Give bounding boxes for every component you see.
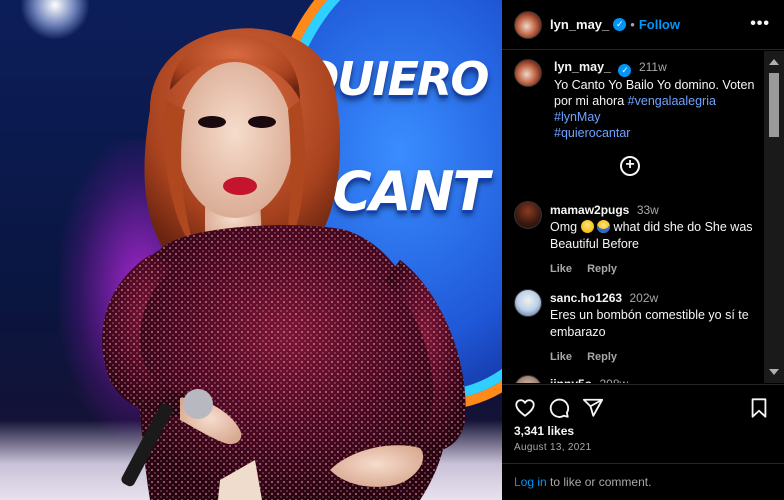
comment-time: 202w	[629, 291, 659, 305]
comment-item: mamaw2pugs 33w Omg what did she do She w…	[514, 201, 756, 275]
comments-scroll-area[interactable]: lyn_may_ ✓ 211w Yo Canto Yo Bailo Yo dom…	[502, 51, 784, 383]
reply-button[interactable]: Reply	[587, 263, 617, 275]
commenter-avatar[interactable]	[514, 375, 542, 383]
scroll-down-arrow-icon[interactable]	[769, 369, 779, 375]
commenter-avatar[interactable]	[514, 289, 542, 317]
left-eye	[198, 116, 226, 128]
caption-time: 211w	[638, 60, 667, 74]
hashtag-link[interactable]: #vengalaalegria	[628, 94, 716, 108]
divider	[502, 384, 784, 385]
microphone-head	[183, 389, 213, 419]
login-prompt: Log in to like or comment.	[514, 475, 651, 489]
share-icon[interactable]	[582, 397, 604, 419]
like-comment-button[interactable]: Like	[550, 263, 572, 275]
caption-avatar[interactable]	[514, 59, 542, 87]
caption-username[interactable]: lyn_may_	[554, 60, 611, 74]
author-avatar[interactable]	[514, 10, 542, 39]
like-comment-button[interactable]: Like	[550, 351, 572, 363]
comment-text: Omg what did she do She was Beautiful Be…	[550, 219, 756, 253]
bookmark-icon[interactable]	[748, 397, 770, 419]
post-photo: QUIERO CANT	[0, 0, 502, 500]
commenter-username[interactable]: sanc.ho1263	[550, 291, 622, 305]
scroll-up-arrow-icon[interactable]	[769, 59, 779, 65]
hashtag-link[interactable]: #lynMay	[554, 110, 601, 124]
post-date: August 13, 2021	[514, 442, 592, 453]
login-prompt-text: to like or comment.	[546, 475, 652, 489]
likes-count[interactable]: 3,341 likes	[514, 424, 574, 438]
post-sidebar: lyn_may_ ✓ • Follow ••• lyn_may_ ✓ 211w …	[502, 0, 784, 500]
commenter-username[interactable]: jinny5o	[550, 377, 592, 383]
screaming-face-emoji-icon	[597, 220, 611, 233]
comment-actions: Like Reply	[550, 263, 756, 275]
post-actions-bar	[514, 397, 772, 419]
add-circle-icon[interactable]: +	[620, 156, 640, 176]
login-link[interactable]: Log in	[514, 475, 547, 489]
comment-icon[interactable]	[548, 397, 570, 419]
divider	[502, 463, 784, 464]
post-header: lyn_may_ ✓ • Follow •••	[502, 0, 784, 50]
comment-time: 33w	[636, 203, 659, 217]
commenter-username[interactable]: mamaw2pugs	[550, 203, 629, 217]
author-username[interactable]: lyn_may_	[550, 17, 609, 32]
commenter-avatar[interactable]	[514, 201, 542, 229]
scrollbar[interactable]	[764, 51, 784, 383]
comment-body: sanc.ho1263 202w Eres un bombón comestib…	[550, 289, 756, 363]
lips	[223, 177, 257, 195]
verified-badge-icon: ✓	[618, 64, 632, 77]
comment-text: Eres un bombón comestible yo sí te embar…	[550, 308, 749, 339]
scrollbar-thumb[interactable]	[769, 73, 779, 137]
hashtag-link[interactable]: #quierocantar	[554, 126, 630, 140]
comment-item: jinny5o 208w	[514, 375, 756, 383]
flushed-face-emoji-icon	[580, 220, 594, 233]
separator-dot: •	[630, 17, 635, 32]
comment-body: jinny5o 208w	[550, 375, 756, 383]
comment-body: mamaw2pugs 33w Omg what did she do She w…	[550, 201, 756, 275]
performer-figure	[102, 28, 466, 500]
comment-actions: Like Reply	[550, 351, 756, 363]
more-icon[interactable]: •••	[750, 16, 770, 32]
post-caption: lyn_may_ ✓ 211w Yo Canto Yo Bailo Yo dom…	[502, 51, 784, 141]
caption-body: lyn_may_ ✓ 211w Yo Canto Yo Bailo Yo dom…	[554, 59, 758, 141]
comment-text-start: Omg	[550, 220, 578, 234]
right-eye	[248, 116, 276, 128]
comment-item: sanc.ho1263 202w Eres un bombón comestib…	[514, 289, 756, 363]
reply-button[interactable]: Reply	[587, 351, 617, 363]
verified-badge-icon: ✓	[613, 18, 627, 31]
comment-time: 208w	[599, 377, 628, 383]
heart-icon[interactable]	[514, 397, 536, 419]
follow-button[interactable]: Follow	[639, 17, 680, 32]
